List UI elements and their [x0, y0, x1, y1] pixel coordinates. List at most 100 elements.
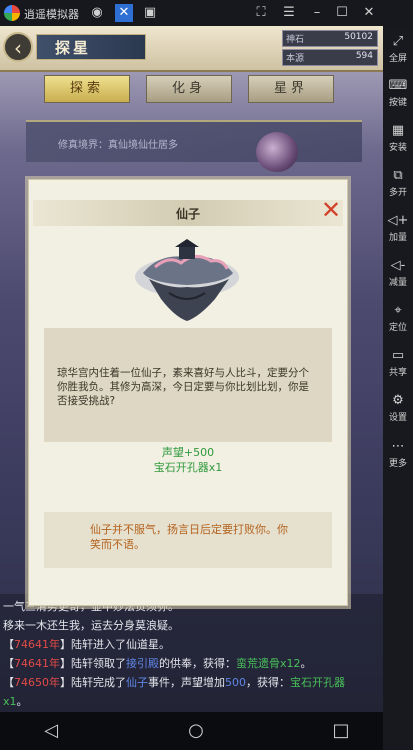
game-tab-icon[interactable]: ▣: [141, 4, 159, 22]
log-fragment: 74641年: [14, 657, 60, 670]
reward-reputation: 声望+500: [161, 446, 215, 459]
sidebar-item-gear[interactable]: ⚙ 设置: [383, 393, 413, 423]
log-fragment: 【: [3, 638, 14, 651]
log-fragment: 接引殿: [126, 657, 159, 670]
sidebar-item-location[interactable]: ⌖ 定位: [383, 303, 413, 333]
emulator-title: 逍遥模拟器: [24, 8, 79, 21]
log-fragment: 74650年: [14, 676, 60, 689]
fullscreen-icon: ⤢: [392, 34, 404, 49]
apk-icon: ▦: [391, 123, 405, 138]
keyboard-icon: ⌨: [388, 78, 408, 93]
log-fragment: 。: [16, 695, 28, 708]
log-line: 【74641年】陆轩领取了接引殿的供奉，获得：蛮荒遗骨x12。: [3, 655, 312, 671]
log-fragment: 。: [300, 657, 312, 670]
reward-item: 宝石开孔器x1: [153, 461, 223, 474]
stat-value: 50102: [344, 32, 373, 42]
floating-island-illustration: [135, 239, 239, 321]
log-fragment: 仙子: [126, 676, 148, 689]
log-fragment: 】陆轩进入了仙道星。: [60, 638, 170, 651]
game-header: ‹ 探星 神石 50102 本源 594: [0, 26, 383, 72]
log-line: x1。: [3, 693, 28, 709]
log-line: 【74641年】陆轩进入了仙道星。: [3, 636, 170, 652]
emulator-bottom-bar: ◁ ○ □: [0, 712, 383, 750]
sidebar-item-keyboard[interactable]: ⌨ 按键: [383, 78, 413, 108]
sidebar-item-label: 更多: [388, 459, 407, 469]
home-icon[interactable]: ○: [185, 720, 207, 742]
stat-value: 594: [355, 51, 373, 61]
sidebar-item-label: 安装: [388, 143, 407, 153]
volume-down-icon: ◁-: [390, 258, 406, 273]
sidebar-item-label: 定位: [388, 323, 407, 333]
home-icon[interactable]: ◉: [88, 4, 106, 22]
stat-shenshi: 神石 50102: [282, 30, 378, 47]
sidebar-item-multi-instance[interactable]: ⧉ 多开: [383, 168, 413, 198]
tab-star-realm[interactable]: 星界: [248, 75, 334, 103]
log-line: 移来一木还生我，运去分身莫浪疑。: [3, 617, 179, 633]
app-tab-icon[interactable]: ✕: [115, 4, 133, 22]
planet-orb: [256, 132, 298, 172]
screenshot-icon[interactable]: ⛶: [252, 4, 270, 22]
stat-label: 本源: [286, 54, 305, 64]
log-fragment: x1: [3, 695, 17, 708]
result-text: 仙子并不服气，扬言日后定要打败你。你笑而不语。: [90, 523, 288, 551]
volume-up-icon: ◁+: [387, 213, 409, 228]
tab-bar: 探索 化身 星界: [0, 72, 383, 106]
gear-icon: ⚙: [392, 393, 404, 408]
log-fragment: 500: [225, 676, 246, 689]
log-fragment: 蛮荒遗骨x12: [236, 657, 301, 670]
log-fragment: 的供奉，获得：: [159, 657, 236, 670]
log-fragment: 【: [3, 657, 14, 670]
realm-panel: 修真境界：真仙境仙仕居多: [26, 120, 362, 172]
sidebar-item-label: 加量: [388, 233, 407, 243]
dialog-title-bar: 仙子 ✕: [33, 198, 343, 226]
location-icon: ⌖: [394, 303, 402, 318]
page-title: 探星: [36, 34, 146, 60]
log-fragment: 宝石开孔器: [290, 676, 345, 689]
back-icon[interactable]: ◁: [40, 720, 62, 742]
sidebar-item-label: 共享: [388, 368, 407, 378]
sidebar-item-fullscreen[interactable]: ⤢ 全屏: [383, 34, 413, 64]
close-icon[interactable]: ✕: [360, 4, 378, 22]
log-fragment: ，获得：: [246, 676, 290, 689]
story-panel: 琼华宫内住着一位仙子，素来喜好与人比斗，定要分个你胜我负。其修为高深，今日定要与…: [44, 328, 332, 442]
sidebar-item-volume-up[interactable]: ◁+ 加量: [383, 213, 413, 243]
result-panel: 仙子并不服气，扬言日后定要打败你。你笑而不语。: [44, 512, 332, 568]
dialog-title: 仙子: [175, 207, 200, 221]
sidebar-item-volume-down[interactable]: ◁- 减量: [383, 258, 413, 288]
event-dialog: 仙子 ✕ 琼华宫内住着一位仙子，素来喜好与人比斗，定要分个你胜我负。其修为高深，…: [28, 179, 348, 606]
stat-label: 神石: [286, 35, 305, 45]
realm-text: 修真境界：真仙境仙仕居多: [58, 140, 178, 151]
sidebar-item-folder[interactable]: ▭ 共享: [383, 348, 413, 378]
sidebar-item-apk[interactable]: ▦ 安装: [383, 123, 413, 153]
recent-apps-icon[interactable]: □: [330, 720, 352, 742]
sidebar-item-label: 按键: [388, 98, 407, 108]
game-viewport: ‹ 探星 神石 50102 本源 594 探索 化身 星界 修真境界：真仙境仙仕…: [0, 26, 383, 712]
sidebar-item-more[interactable]: ⋯ 更多: [383, 439, 413, 469]
sidebar-item-label: 多开: [388, 188, 407, 198]
menu-icon[interactable]: ☰: [280, 4, 298, 22]
multi-instance-icon: ⧉: [393, 168, 403, 183]
emulator-sidebar: ⤢ 全屏 ⌨ 按键 ▦ 安装 ⧉ 多开 ◁+ 加量 ◁- 减量 ⌖ 定位 ▭ 共享 ⚙ 设置 ⋯ 更多: [383, 26, 413, 750]
sidebar-item-label: 设置: [388, 413, 407, 423]
maximize-icon[interactable]: ☐: [333, 4, 351, 22]
log-fragment: 74641年: [14, 638, 60, 651]
log-line: 【74650年】陆轩完成了仙子事件，声望增加500，获得：宝石开孔器: [3, 674, 345, 690]
story-text: 琼华宫内住着一位仙子，素来喜好与人比斗，定要分个你胜我负。其修为高深，今日定要与…: [57, 367, 309, 407]
sidebar-item-label: 减量: [388, 278, 407, 288]
log-fragment: 事件，声望增加: [148, 676, 225, 689]
close-icon[interactable]: ✕: [319, 198, 343, 222]
log-fragment: 】陆轩完成了: [60, 676, 126, 689]
folder-icon: ▭: [391, 348, 405, 363]
minimize-icon[interactable]: –: [308, 4, 326, 22]
tab-explore[interactable]: 探索: [44, 75, 130, 103]
log-fragment: 】陆轩领取了: [60, 657, 126, 670]
log-fragment: 【: [3, 676, 14, 689]
event-log[interactable]: 一气三清势更奇，壶中妙法贯须弥。 移来一木还生我，运去分身莫浪疑。 【74641年】…: [0, 594, 383, 712]
log-fragment: 移来一木还生我，运去分身莫浪疑。: [3, 619, 179, 632]
emulator-title-bar: 逍遥模拟器 ◉ ✕ ▣ ⛶ ☰ – ☐ ✕: [0, 0, 413, 26]
sidebar-item-label: 全屏: [388, 54, 407, 64]
back-button[interactable]: ‹: [3, 32, 33, 62]
more-icon: ⋯: [391, 439, 405, 454]
tab-avatar[interactable]: 化身: [146, 75, 232, 103]
resource-stats: 神石 50102 本源 594: [282, 30, 378, 68]
